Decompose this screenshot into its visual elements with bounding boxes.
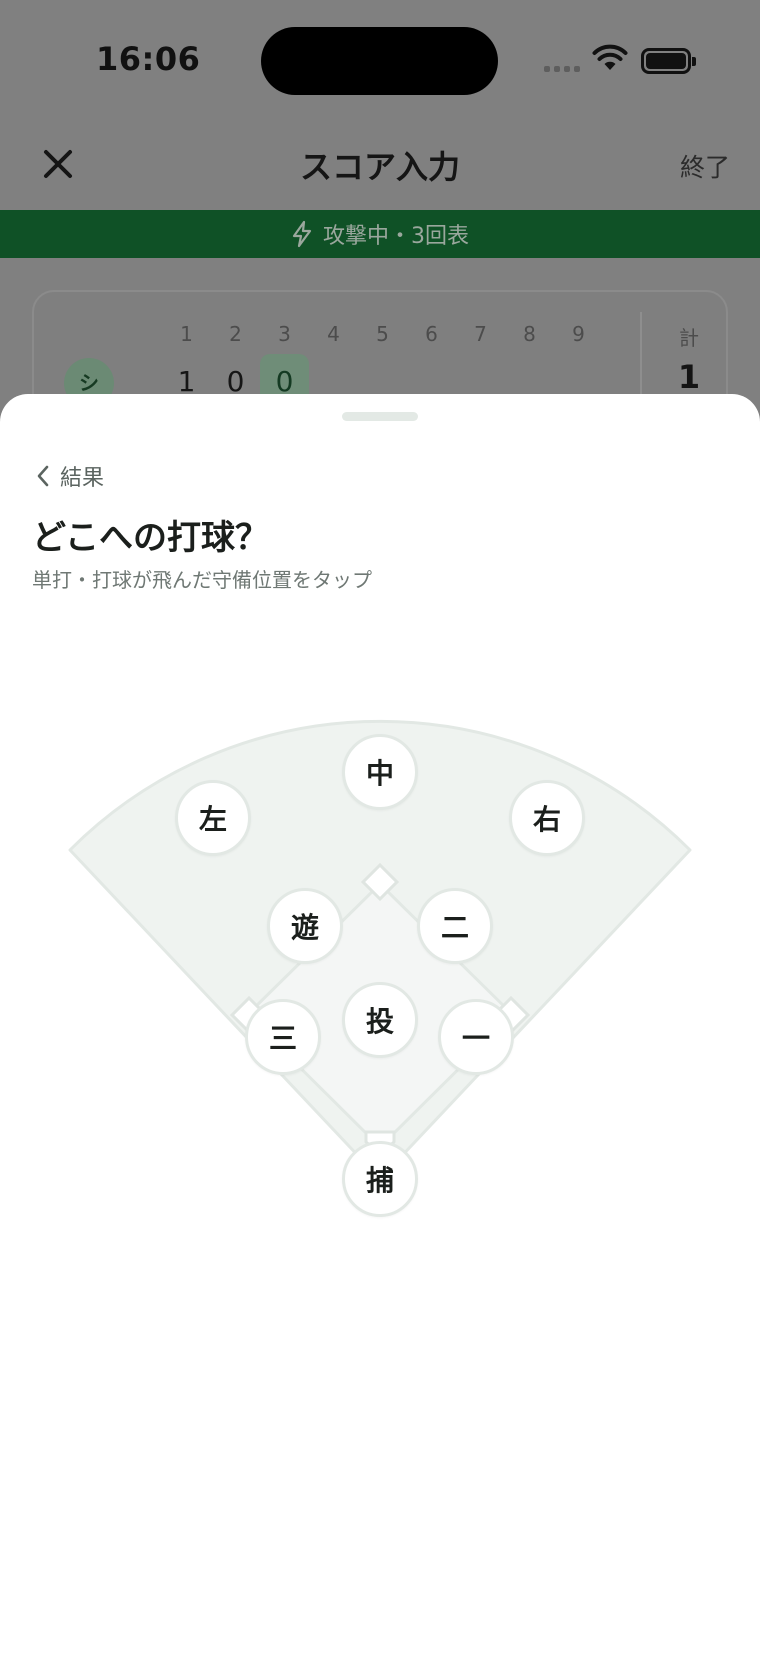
inning-header: 1 2 3 4 5 6 7 8 9 — [162, 322, 603, 346]
navigation-bar: スコア入力 終了 — [0, 120, 760, 210]
total-value: 1 — [677, 358, 701, 396]
status-time: 16:06 — [96, 40, 201, 78]
page-title: スコア入力 — [299, 148, 460, 186]
bottom-sheet: 結果 どこへの打球？ 単打・打球が飛んだ守備位置をタップ 中 左 右 遊 二 投… — [0, 394, 760, 1653]
dynamic-island — [261, 27, 498, 95]
total-label: 計 — [679, 326, 699, 350]
position-left-field[interactable]: 左 — [175, 780, 251, 856]
position-pitcher[interactable]: 投 — [342, 982, 418, 1058]
position-third-base[interactable]: 三 — [245, 999, 321, 1075]
cellular-signal-icon — [544, 66, 580, 72]
sheet-subtitle: 単打・打球が飛んだ守備位置をタップ — [32, 568, 372, 592]
sheet-title: どこへの打球？ — [32, 518, 269, 558]
chevron-left-icon — [37, 465, 49, 487]
position-center-field[interactable]: 中 — [342, 734, 418, 810]
battery-icon — [641, 48, 696, 74]
position-first-base[interactable]: 一 — [438, 999, 514, 1075]
inning-number: 7 — [474, 322, 487, 346]
position-catcher[interactable]: 捕 — [342, 1141, 418, 1217]
position-right-field[interactable]: 右 — [509, 780, 585, 856]
inning-number: 8 — [523, 322, 536, 346]
lightning-icon — [292, 220, 312, 248]
status-bar: 16:06 — [0, 0, 760, 120]
inning-number: 6 — [425, 322, 438, 346]
finish-button[interactable]: 終了 — [680, 148, 730, 184]
baseball-field: 中 左 右 遊 二 投 三 一 捕 — [0, 714, 760, 1234]
inning-number: 3 — [278, 322, 291, 346]
back-button[interactable]: 結果 — [36, 460, 104, 492]
inning-number: 1 — [180, 322, 193, 346]
status-banner: 攻撃中・3回表 — [0, 210, 760, 258]
wifi-icon — [592, 44, 628, 70]
sheet-grabber[interactable] — [342, 412, 418, 421]
inning-number: 5 — [376, 322, 389, 346]
position-second-base[interactable]: 二 — [417, 888, 493, 964]
inning-number: 2 — [229, 322, 242, 346]
position-shortstop[interactable]: 遊 — [267, 888, 343, 964]
banner-text: 攻撃中・3回表 — [323, 224, 469, 249]
inning-number: 4 — [327, 322, 340, 346]
back-label: 結果 — [60, 466, 105, 491]
inning-number: 9 — [572, 322, 585, 346]
